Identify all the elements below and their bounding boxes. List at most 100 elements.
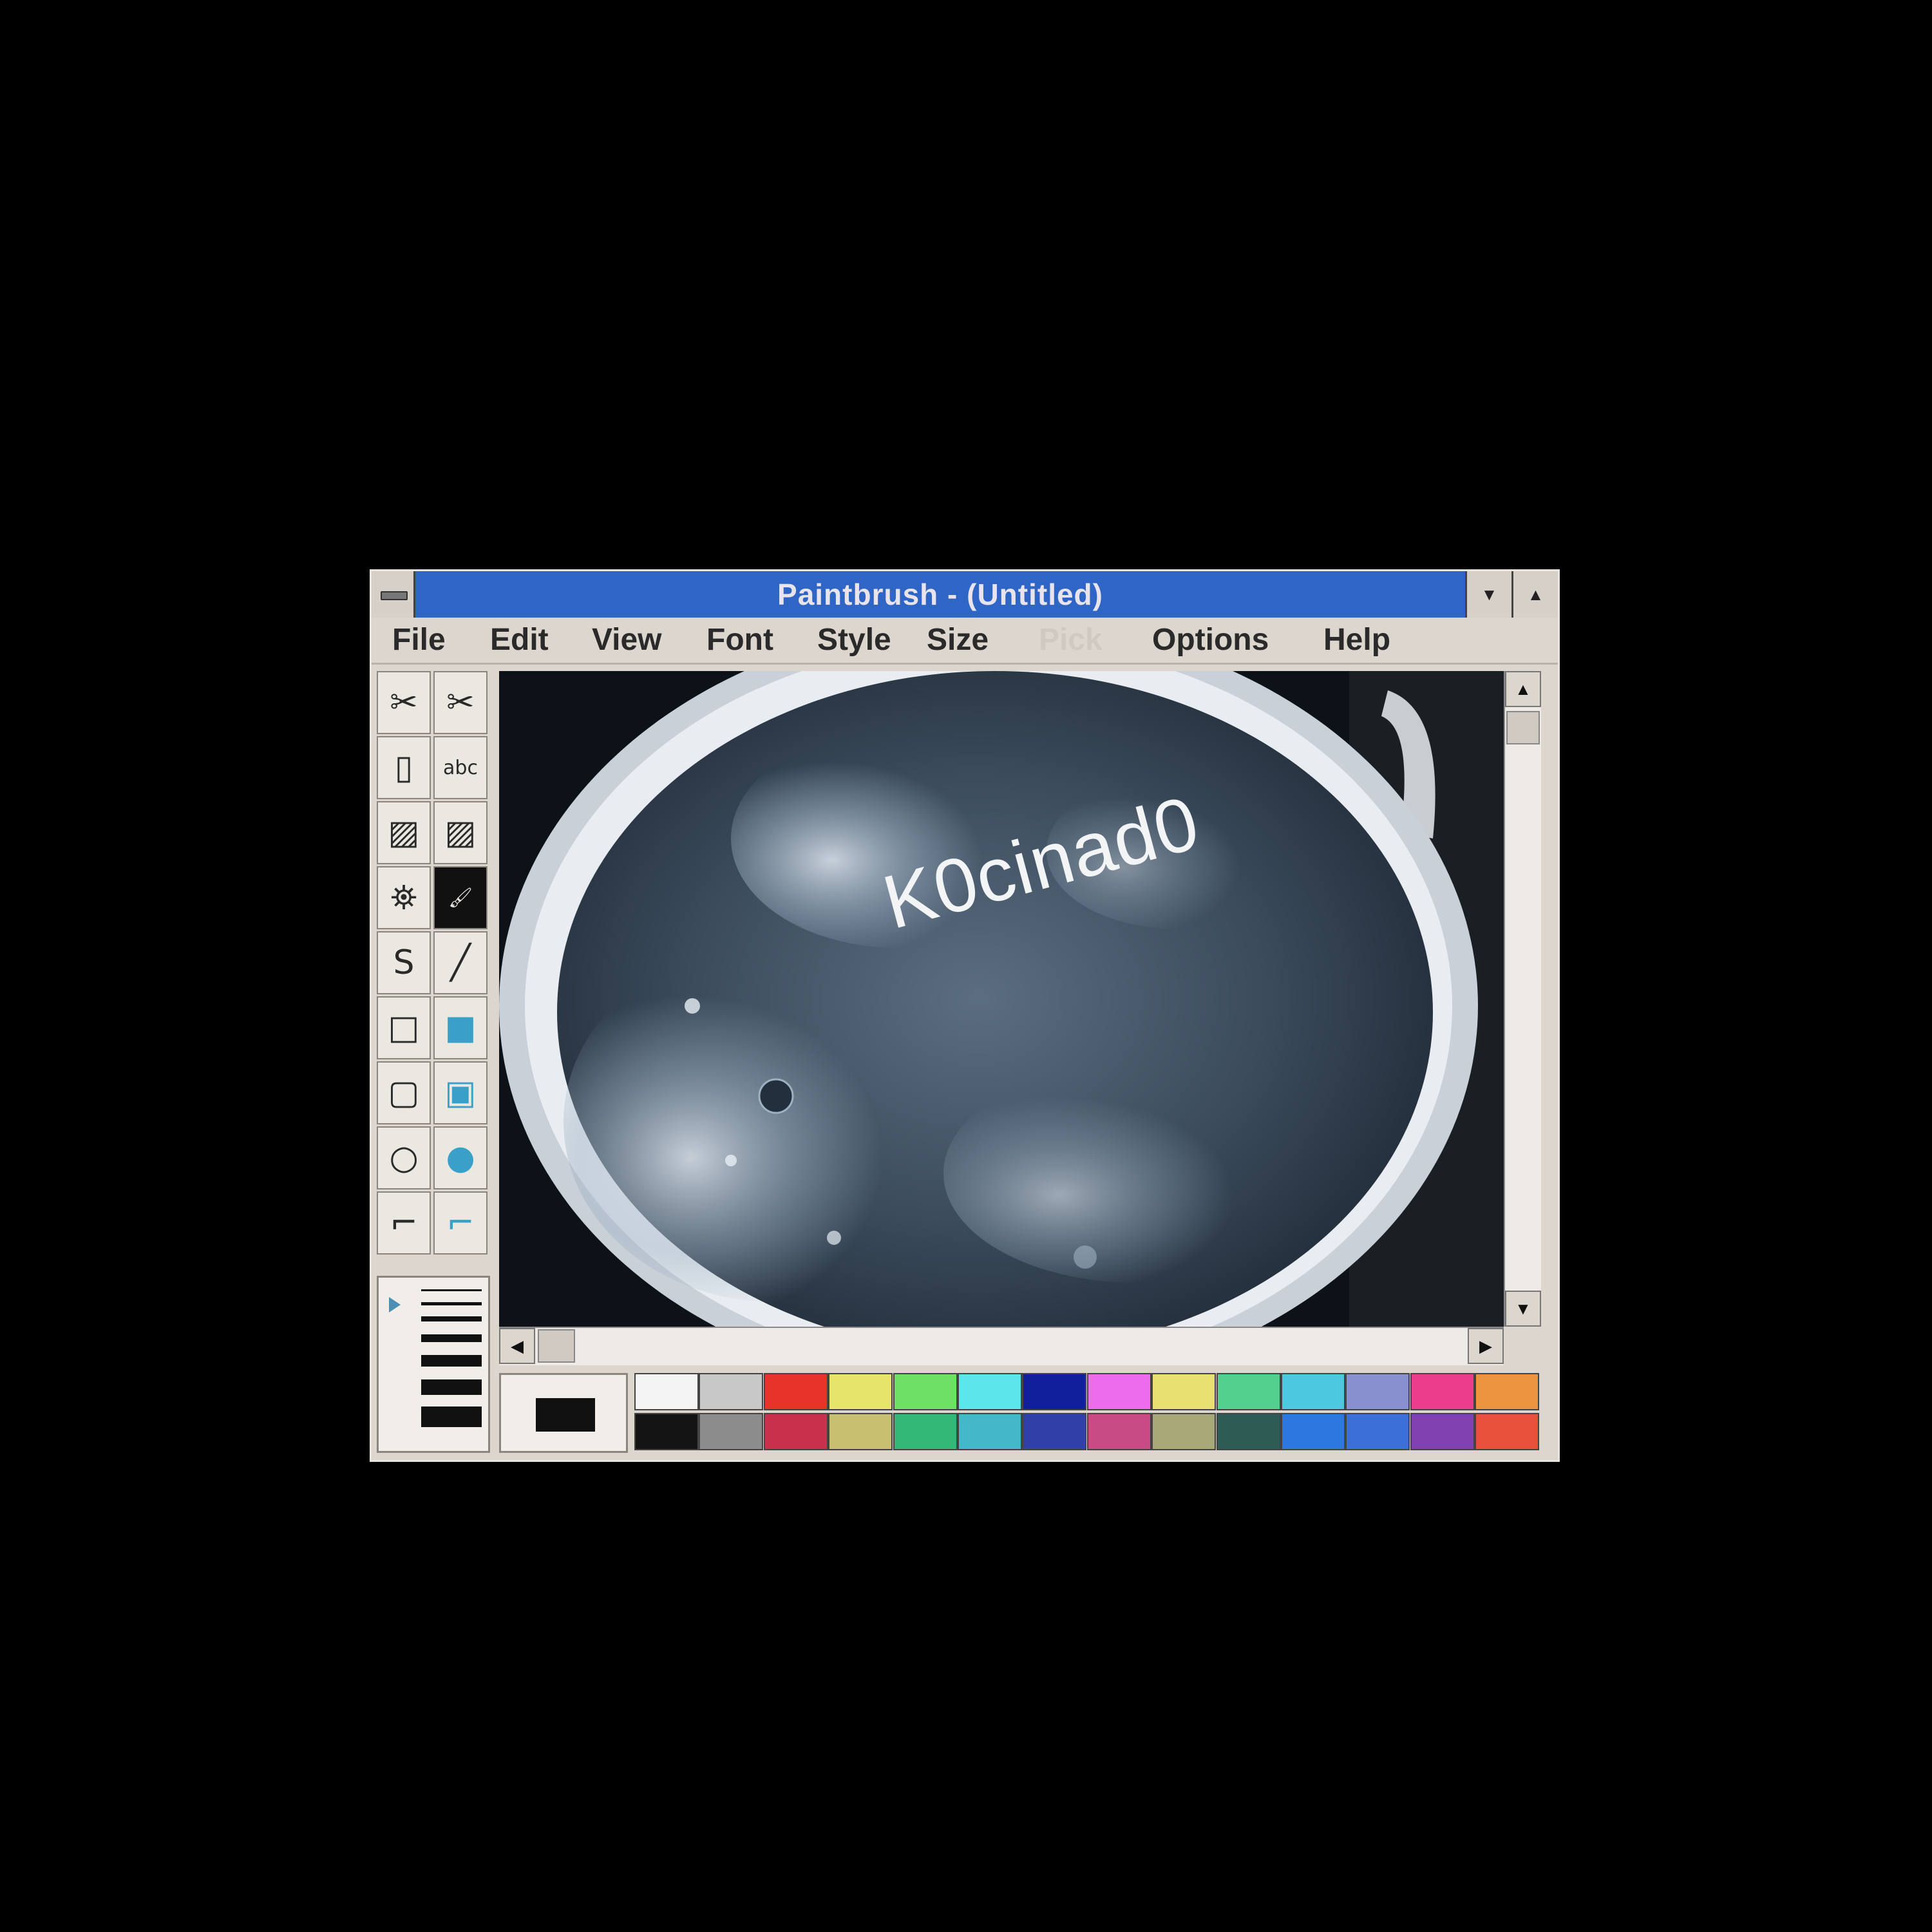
- line-width-1[interactable]: [421, 1289, 482, 1291]
- minimize-button[interactable]: ▼: [1465, 571, 1511, 618]
- vertical-scroll-thumb[interactable]: [1506, 711, 1540, 744]
- tool-polygon[interactable]: ⌐: [377, 1191, 431, 1255]
- line-width-2[interactable]: [421, 1302, 482, 1305]
- color-eraser-icon: ▨: [388, 813, 420, 852]
- menu-view[interactable]: View: [592, 618, 662, 663]
- palette-color-bottom-2[interactable]: [763, 1413, 828, 1450]
- palette-color-top-6[interactable]: [1022, 1373, 1087, 1410]
- palette-color-bottom-13[interactable]: [1475, 1413, 1540, 1450]
- tool-box[interactable]: □: [377, 996, 431, 1059]
- palette-color-top-1[interactable]: [699, 1373, 764, 1410]
- menu-size[interactable]: Size: [927, 618, 989, 663]
- tool-color-eraser[interactable]: ▨: [377, 801, 431, 864]
- tool-rounded-box[interactable]: ▢: [377, 1061, 431, 1124]
- palette-color-top-3[interactable]: [828, 1373, 893, 1410]
- scroll-down-button[interactable]: ▼: [1505, 1291, 1541, 1327]
- palette-color-bottom-8[interactable]: [1151, 1413, 1217, 1450]
- horizontal-scroll-thumb[interactable]: [538, 1329, 575, 1363]
- toolbox: ✂ ✂ ▯ abc ▨ ▨ ⛯ 🖌 S ╱ □ ■ ▢ ▣ ○ ● ⌐ ⌐: [377, 671, 490, 1260]
- palette-color-bottom-1[interactable]: [699, 1413, 764, 1450]
- tool-filled-polygon[interactable]: ⌐: [433, 1191, 488, 1255]
- scroll-right-button[interactable]: ▶: [1468, 1328, 1504, 1364]
- palette-color-top-4[interactable]: [893, 1373, 958, 1410]
- tool-filled-box[interactable]: ■: [433, 996, 488, 1059]
- window-title: Paintbrush - (Untitled): [777, 578, 1103, 611]
- palette-color-bottom-9[interactable]: [1216, 1413, 1281, 1450]
- system-menu-button[interactable]: [372, 571, 415, 618]
- palette-color-top-12[interactable]: [1410, 1373, 1475, 1410]
- arrow-down-icon: ▼: [1515, 1298, 1531, 1318]
- title-fill[interactable]: Paintbrush - (Untitled): [415, 571, 1465, 618]
- palette-color-bottom-4[interactable]: [893, 1413, 958, 1450]
- paintbrush-window: Paintbrush - (Untitled) ▼ ▲ File Edit View…: [370, 569, 1560, 1462]
- polygon-icon: ⌐: [390, 1204, 418, 1242]
- menu-bar: File Edit View Font Style Size Pick Options Help: [372, 618, 1558, 665]
- line-size-box[interactable]: [377, 1276, 490, 1453]
- tool-scissors[interactable]: ✂: [377, 671, 431, 734]
- menu-style[interactable]: Style: [817, 618, 891, 663]
- tool-pick-scissors[interactable]: ✂: [433, 671, 488, 734]
- box-icon: □: [388, 1009, 420, 1047]
- line-width-6[interactable]: [421, 1379, 482, 1395]
- line-width-4[interactable]: [421, 1334, 482, 1342]
- palette-color-top-0[interactable]: [634, 1373, 699, 1410]
- scroll-left-button[interactable]: ◀: [499, 1328, 535, 1364]
- drawing-canvas[interactable]: K0cinad0: [499, 671, 1504, 1327]
- system-menu-icon: [381, 591, 408, 600]
- palette-color-bottom-11[interactable]: [1345, 1413, 1410, 1450]
- title-bar[interactable]: Paintbrush - (Untitled) ▼ ▲: [372, 571, 1558, 618]
- color-palette: [499, 1373, 1540, 1453]
- rounded-box-icon: ▢: [388, 1074, 420, 1112]
- maximize-button[interactable]: ▲: [1511, 571, 1558, 618]
- palette-color-bottom-10[interactable]: [1281, 1413, 1345, 1450]
- palette-color-top-13[interactable]: [1475, 1373, 1540, 1410]
- arrow-left-icon: ◀: [511, 1336, 524, 1356]
- line-width-3[interactable]: [421, 1316, 482, 1321]
- filled-box-icon: ■: [444, 1009, 477, 1047]
- palette-color-top-10[interactable]: [1281, 1373, 1345, 1410]
- palette-color-bottom-7[interactable]: [1086, 1413, 1151, 1450]
- tool-circle[interactable]: ○: [377, 1126, 431, 1189]
- minimize-arrow-icon: ▼: [1481, 584, 1498, 604]
- tool-text-tool[interactable]: abc: [433, 736, 488, 799]
- brush-icon: 🖌: [448, 886, 473, 909]
- horizontal-scrollbar[interactable]: ◀ ▶: [499, 1327, 1504, 1365]
- scissors-icon: ✂: [390, 683, 418, 722]
- palette-color-top-2[interactable]: [763, 1373, 828, 1410]
- tool-filled-circle[interactable]: ●: [433, 1126, 488, 1189]
- scroll-up-button[interactable]: ▲: [1505, 671, 1541, 707]
- palette-color-top-5[interactable]: [958, 1373, 1022, 1410]
- tool-curve[interactable]: S: [377, 931, 431, 994]
- line-size-pointer-icon: [389, 1297, 401, 1312]
- menu-options[interactable]: Options: [1152, 618, 1269, 663]
- eraser-icon: ▨: [444, 813, 477, 852]
- menu-edit[interactable]: Edit: [490, 618, 549, 663]
- filled-rounded-box-icon: ▣: [444, 1074, 477, 1112]
- line-width-5[interactable]: [421, 1355, 482, 1367]
- palette-color-bottom-0[interactable]: [634, 1413, 699, 1450]
- tool-filled-rounded-box[interactable]: ▣: [433, 1061, 488, 1124]
- palette-color-bottom-12[interactable]: [1410, 1413, 1475, 1450]
- palette-color-top-8[interactable]: [1151, 1373, 1217, 1410]
- menu-file[interactable]: File: [392, 618, 446, 663]
- menu-font[interactable]: Font: [706, 618, 773, 663]
- curve-icon: S: [393, 943, 415, 982]
- palette-color-top-9[interactable]: [1216, 1373, 1281, 1410]
- vertical-scrollbar[interactable]: ▲ ▼: [1504, 671, 1541, 1327]
- menu-help[interactable]: Help: [1323, 618, 1390, 663]
- palette-color-bottom-6[interactable]: [1022, 1413, 1087, 1450]
- palette-color-bottom-5[interactable]: [958, 1413, 1022, 1450]
- current-color-swatch: [536, 1398, 595, 1432]
- palette-color-top-7[interactable]: [1086, 1373, 1151, 1410]
- tool-paint-roller[interactable]: ⛯: [377, 866, 431, 929]
- tool-airbrush[interactable]: ▯: [377, 736, 431, 799]
- menu-pick[interactable]: Pick: [1039, 618, 1103, 663]
- arrow-right-icon: ▶: [1479, 1336, 1492, 1356]
- pick-scissors-icon: ✂: [446, 683, 475, 722]
- tool-line[interactable]: ╱: [433, 931, 488, 994]
- palette-color-bottom-3[interactable]: [828, 1413, 893, 1450]
- tool-eraser[interactable]: ▨: [433, 801, 488, 864]
- tool-brush[interactable]: 🖌: [433, 866, 488, 929]
- palette-color-top-11[interactable]: [1345, 1373, 1410, 1410]
- line-width-7[interactable]: [421, 1406, 482, 1427]
